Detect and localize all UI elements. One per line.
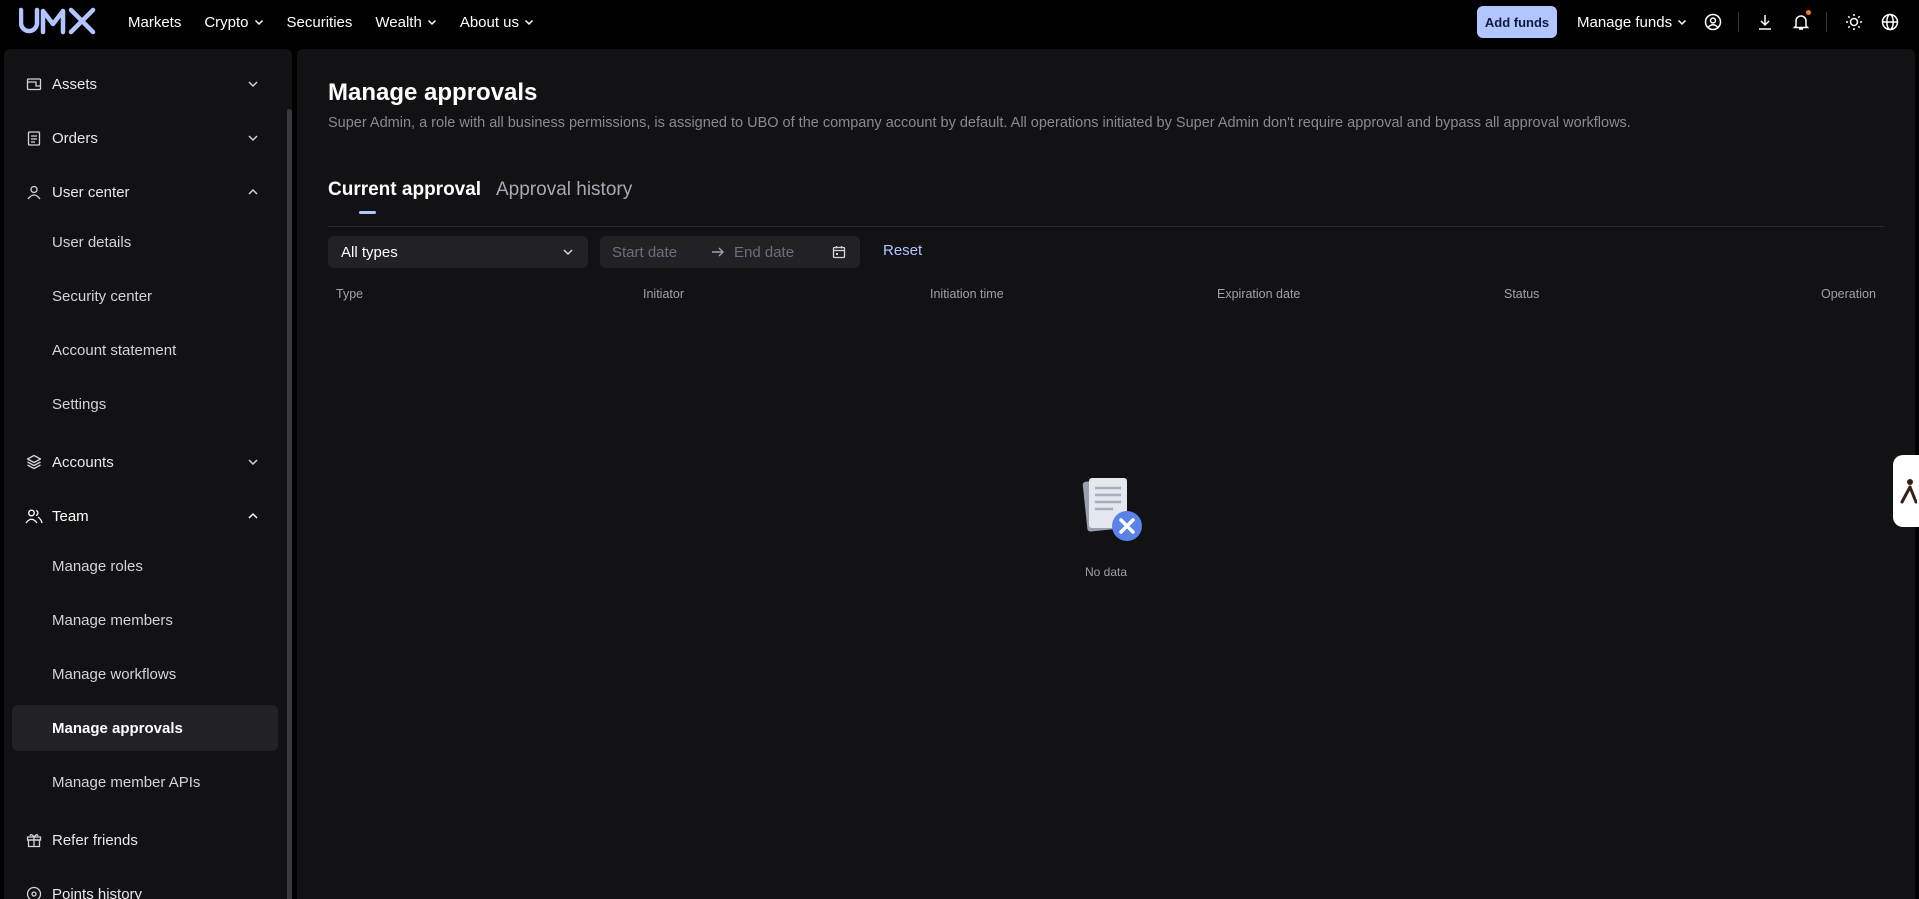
sidebar-item-manage-approvals[interactable]: Manage approvals — [12, 705, 278, 751]
chevron-down-icon — [427, 19, 436, 26]
no-data-icon — [1082, 478, 1142, 541]
floating-helper-tab[interactable] — [1893, 455, 1919, 527]
divider — [1826, 12, 1827, 32]
sidebar-item-accounts[interactable]: Accounts — [4, 439, 284, 485]
sidebar-item-user-center[interactable]: User center — [4, 169, 284, 215]
sidebar-item-manage-roles[interactable]: Manage roles — [12, 543, 278, 589]
globe-icon[interactable] — [1879, 11, 1901, 33]
user-icon — [25, 183, 43, 201]
sidebar-item-user-details[interactable]: User details — [12, 219, 278, 265]
sidebar-item-points-history[interactable]: Points history — [4, 871, 284, 899]
top-navbar: Markets Crypto Securities Wealth About u… — [0, 0, 1919, 44]
layers-icon — [25, 453, 43, 471]
arrow-right-icon — [712, 247, 724, 257]
nav-crypto[interactable]: Crypto — [204, 14, 263, 31]
tab-approval-history[interactable]: Approval history — [496, 179, 632, 201]
helper-icon — [1900, 479, 1917, 504]
column-header-status: Status — [1504, 287, 1540, 301]
column-header-initiation-time: Initiation time — [930, 287, 1004, 301]
sidebar-item-manage-member-apis[interactable]: Manage member APIs — [12, 759, 278, 805]
sidebar-scrollbar[interactable] — [287, 109, 292, 899]
chevron-up-icon — [248, 188, 258, 195]
end-date-input[interactable] — [734, 242, 829, 262]
umx-logo[interactable] — [19, 7, 97, 35]
sidebar-item-team[interactable]: Team — [4, 493, 284, 539]
chevron-down-icon — [525, 19, 534, 26]
nav-markets[interactable]: Markets — [128, 14, 181, 31]
sidebar-item-assets[interactable]: Assets — [4, 61, 284, 107]
reset-button[interactable]: Reset — [883, 242, 922, 259]
notification-dot — [1806, 10, 1811, 15]
chevron-down-icon — [248, 81, 258, 88]
points-icon — [25, 885, 43, 899]
chevron-down-icon — [248, 459, 258, 466]
empty-state-text: No data — [1084, 565, 1128, 579]
sun-icon[interactable] — [1843, 11, 1865, 33]
chevron-down-icon — [1678, 19, 1687, 26]
chevron-up-icon — [248, 512, 258, 519]
manage-funds-dropdown[interactable]: Manage funds — [1577, 0, 1687, 44]
chevron-down-icon — [563, 249, 573, 256]
nav-securities[interactable]: Securities — [287, 14, 353, 31]
type-select[interactable]: All types — [328, 236, 588, 268]
main-nav: Markets Crypto Securities Wealth About u… — [128, 0, 557, 44]
sidebar-item-manage-workflows[interactable]: Manage workflows — [12, 651, 278, 697]
download-icon[interactable] — [1754, 11, 1776, 33]
column-header-expiration-date: Expiration date — [1217, 287, 1301, 301]
sidebar-item-refer-friends[interactable]: Refer friends — [4, 817, 284, 863]
wallet-icon — [25, 75, 43, 93]
divider — [1738, 12, 1739, 32]
active-tab-indicator — [359, 211, 376, 214]
tab-bar: Current approval Approval history — [328, 179, 1884, 227]
calendar-icon[interactable] — [832, 245, 846, 259]
column-header-operation: Operation — [1821, 287, 1876, 301]
date-range-picker — [600, 236, 860, 268]
start-date-input[interactable] — [612, 242, 707, 262]
column-header-type: Type — [336, 287, 364, 301]
column-header-initiator: Initiator — [643, 287, 684, 301]
page-description: Super Admin, a role with all business pe… — [328, 115, 1631, 131]
chevron-down-icon — [248, 135, 258, 142]
sidebar-item-orders[interactable]: Orders — [4, 115, 284, 161]
clipboard-icon — [25, 129, 43, 147]
nav-wealth[interactable]: Wealth — [375, 14, 436, 31]
sidebar: Assets Orders User center User details S… — [4, 49, 292, 899]
nav-about-us[interactable]: About us — [460, 14, 534, 31]
add-funds-button[interactable]: Add funds — [1477, 6, 1557, 38]
bell-icon[interactable] — [1790, 10, 1812, 33]
team-icon — [25, 507, 43, 525]
sidebar-item-account-statement[interactable]: Account statement — [12, 327, 278, 373]
sidebar-item-security-center[interactable]: Security center — [12, 273, 278, 319]
page-title: Manage approvals — [328, 79, 538, 106]
tab-current-approval[interactable]: Current approval — [328, 179, 481, 201]
sidebar-item-settings[interactable]: Settings — [12, 381, 278, 427]
user-icon[interactable] — [1702, 11, 1724, 33]
main-content: Manage approvals Super Admin, a role wit… — [297, 49, 1915, 899]
gift-icon — [25, 831, 43, 849]
sidebar-item-manage-members[interactable]: Manage members — [12, 597, 278, 643]
chevron-down-icon — [254, 19, 263, 26]
